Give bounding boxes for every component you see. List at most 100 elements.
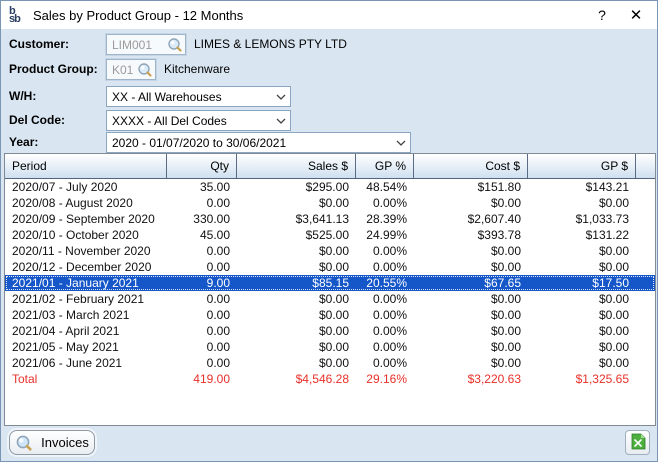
table-row[interactable]: 2020/07 - July 202035.00$295.0048.54%$15… xyxy=(5,179,655,195)
app-logo-icon: bsb xyxy=(9,7,26,24)
excel-export-button[interactable] xyxy=(625,430,650,455)
cell: 0.00% xyxy=(356,307,414,323)
cell: $67.65 xyxy=(414,275,528,291)
window-title: Sales by Product Group - 12 Months xyxy=(33,8,243,23)
del-code-dropdown[interactable]: XXXX - All Del Codes xyxy=(106,110,291,131)
cell: $0.00 xyxy=(237,243,356,259)
cell: 0.00% xyxy=(356,291,414,307)
cell: 35.00 xyxy=(167,179,237,195)
column-header-period[interactable]: Period xyxy=(5,154,167,178)
cell: $0.00 xyxy=(414,195,528,211)
column-header-cost[interactable]: Cost $ xyxy=(414,154,528,178)
cell: $0.00 xyxy=(414,355,528,371)
cell: $151.80 xyxy=(414,179,528,195)
cell: 0.00% xyxy=(356,243,414,259)
cell: $295.00 xyxy=(237,179,356,195)
year-dropdown[interactable]: 2020 - 01/07/2020 to 30/06/2021 xyxy=(106,132,411,153)
customer-code-value: LIM001 xyxy=(112,38,152,52)
cell: $2,607.40 xyxy=(414,211,528,227)
cell: 0.00% xyxy=(356,259,414,275)
table-row[interactable]: 2021/02 - February 20210.00$0.000.00%$0.… xyxy=(5,291,655,307)
cell: 0.00% xyxy=(356,323,414,339)
chevron-down-icon xyxy=(272,111,290,130)
table-row[interactable]: 2021/04 - April 20210.00$0.000.00%$0.00$… xyxy=(5,323,655,339)
cell: 48.54% xyxy=(356,179,414,195)
table-row[interactable]: 2020/09 - September 2020330.00$3,641.132… xyxy=(5,211,655,227)
cell: $0.00 xyxy=(237,291,356,307)
cell: $85.15 xyxy=(237,275,356,291)
cell: 9.00 xyxy=(167,275,237,291)
close-button[interactable]: ✕ xyxy=(619,1,653,29)
table-row[interactable]: 2021/01 - January 20219.00$85.1520.55%$6… xyxy=(5,275,655,291)
table-row[interactable]: 2021/05 - May 20210.00$0.000.00%$0.00$0.… xyxy=(5,339,655,355)
cell: $143.21 xyxy=(528,179,636,195)
cell: $0.00 xyxy=(528,339,636,355)
customer-search-icon[interactable] xyxy=(167,37,183,53)
table-row[interactable]: 2020/12 - December 20200.00$0.000.00%$0.… xyxy=(5,259,655,275)
chevron-down-icon xyxy=(392,133,410,152)
cell: $0.00 xyxy=(237,307,356,323)
cell: 0.00% xyxy=(356,355,414,371)
cell: $0.00 xyxy=(528,291,636,307)
chevron-down-icon xyxy=(272,87,290,106)
cell: 2020/09 - September 2020 xyxy=(5,211,167,227)
cell: $525.00 xyxy=(237,227,356,243)
product-group-code-field[interactable]: K01 xyxy=(106,59,156,80)
cell: $1,033.73 xyxy=(528,211,636,227)
cell: $0.00 xyxy=(414,323,528,339)
cell: 20.55% xyxy=(356,275,414,291)
column-header-gp-dollar[interactable]: GP $ xyxy=(528,154,636,178)
cell: 330.00 xyxy=(167,211,237,227)
cell: 0.00 xyxy=(167,339,237,355)
table-row[interactable]: 2020/10 - October 202045.00$525.0024.99%… xyxy=(5,227,655,243)
cell: 2021/03 - March 2021 xyxy=(5,307,167,323)
cell: $0.00 xyxy=(237,355,356,371)
product-group-code-value: K01 xyxy=(112,63,133,77)
column-header-sales[interactable]: Sales $ xyxy=(237,154,356,178)
cell: $0.00 xyxy=(528,243,636,259)
cell: $0.00 xyxy=(414,259,528,275)
table-row[interactable]: 2020/11 - November 20200.00$0.000.00%$0.… xyxy=(5,243,655,259)
cell: 0.00% xyxy=(356,195,414,211)
table-row[interactable]: 2021/06 - June 20210.00$0.000.00%$0.00$0… xyxy=(5,355,655,371)
product-group-search-icon[interactable] xyxy=(137,62,153,78)
cell: $0.00 xyxy=(528,195,636,211)
product-group-label: Product Group: xyxy=(9,62,98,76)
table-row[interactable]: 2020/08 - August 20200.00$0.000.00%$0.00… xyxy=(5,195,655,211)
cell: $3,220.63 xyxy=(414,371,528,387)
cell: $393.78 xyxy=(414,227,528,243)
cell: $0.00 xyxy=(237,259,356,275)
cell: $0.00 xyxy=(414,243,528,259)
cell: 0.00 xyxy=(167,259,237,275)
cell: 2021/06 - June 2021 xyxy=(5,355,167,371)
cell: 2020/12 - December 2020 xyxy=(5,259,167,275)
cell: 29.16% xyxy=(356,371,414,387)
excel-icon xyxy=(630,433,646,453)
cell: $0.00 xyxy=(414,307,528,323)
help-button[interactable]: ? xyxy=(585,1,619,29)
table-total-row[interactable]: Total419.00$4,546.2829.16%$3,220.63$1,32… xyxy=(5,371,655,387)
cell: $0.00 xyxy=(237,323,356,339)
cell: Total xyxy=(5,371,167,387)
table-header-row: Period Qty Sales $ GP % Cost $ GP $ xyxy=(5,154,655,179)
column-header-qty[interactable]: Qty xyxy=(167,154,237,178)
cell: 419.00 xyxy=(167,371,237,387)
customer-code-field[interactable]: LIM001 xyxy=(106,34,186,55)
cell: $0.00 xyxy=(237,339,356,355)
column-header-gp-pct[interactable]: GP % xyxy=(356,154,414,178)
invoices-button[interactable]: Invoices xyxy=(9,430,95,455)
cell: 2020/08 - August 2020 xyxy=(5,195,167,211)
cell: 0.00% xyxy=(356,339,414,355)
cell: 0.00 xyxy=(167,243,237,259)
title-bar: bsb Sales by Product Group - 12 Months ?… xyxy=(1,1,657,29)
cell: 45.00 xyxy=(167,227,237,243)
cell: 28.39% xyxy=(356,211,414,227)
invoices-button-label: Invoices xyxy=(41,435,89,450)
del-code-label: Del Code: xyxy=(9,113,65,127)
customer-name-text: LIMES & LEMONS PTY LTD xyxy=(194,37,347,51)
column-header-filler xyxy=(636,154,655,178)
cell: $0.00 xyxy=(414,291,528,307)
table-row[interactable]: 2021/03 - March 20210.00$0.000.00%$0.00$… xyxy=(5,307,655,323)
cell: 0.00 xyxy=(167,291,237,307)
warehouse-dropdown[interactable]: XX - All Warehouses xyxy=(106,86,291,107)
